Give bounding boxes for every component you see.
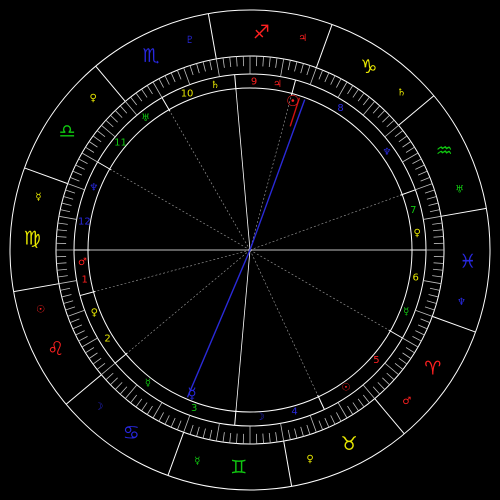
house-number-4: 4 bbox=[291, 406, 297, 417]
house-ruler-1: ♂ bbox=[78, 257, 87, 268]
sign-glyph-libra: ♎ bbox=[59, 120, 76, 142]
house-ruler-10: ♄ bbox=[211, 80, 220, 91]
house-ruler-5: ☉ bbox=[341, 382, 350, 393]
house-number-1: 1 bbox=[81, 274, 87, 285]
sign-glyph-pisces: ♓ bbox=[459, 250, 476, 272]
house-number-3: 3 bbox=[191, 403, 197, 414]
sign-ruler-aquarius: ♅ bbox=[455, 184, 464, 195]
house-number-12: 12 bbox=[78, 216, 91, 227]
house-ruler-8: ♆ bbox=[382, 147, 391, 158]
house-number-9: 9 bbox=[251, 77, 257, 88]
sign-ruler-aries: ♂ bbox=[402, 396, 411, 407]
house-ruler-11: ♅ bbox=[141, 113, 150, 124]
planet-glyph-mercury: ☿ bbox=[187, 385, 196, 403]
house-number-11: 11 bbox=[114, 137, 127, 148]
sign-glyph-taurus: ♉ bbox=[340, 433, 357, 455]
house-number-2: 2 bbox=[104, 334, 110, 345]
house-ruler-4: ☽ bbox=[255, 412, 264, 423]
sign-glyph-capricorn: ♑ bbox=[360, 56, 377, 78]
sign-glyph-leo: ♌ bbox=[47, 338, 64, 360]
sign-ruler-virgo: ☿ bbox=[35, 192, 41, 203]
house-number-8: 8 bbox=[337, 103, 343, 114]
sign-ruler-capricorn: ♄ bbox=[397, 88, 406, 99]
sign-ruler-taurus: ♀ bbox=[306, 454, 313, 465]
house-ruler-3: ☿ bbox=[145, 378, 151, 389]
sign-glyph-aries: ♈ bbox=[424, 358, 441, 380]
sign-ruler-sagittarius: ♃ bbox=[298, 33, 307, 44]
sign-glyph-cancer: ♋ bbox=[123, 422, 140, 444]
sign-ruler-pisces: ♆ bbox=[457, 297, 466, 308]
house-ruler-6: ☿ bbox=[403, 306, 409, 317]
house-number-6: 6 bbox=[412, 273, 418, 284]
sign-ruler-libra: ♀ bbox=[90, 93, 97, 104]
house-number-10: 10 bbox=[181, 89, 194, 100]
sign-glyph-virgo: ♍ bbox=[24, 228, 41, 250]
sign-glyph-scorpio: ♏ bbox=[143, 45, 160, 67]
house-number-7: 7 bbox=[410, 205, 416, 216]
sign-ruler-gemini: ☿ bbox=[194, 456, 200, 467]
sign-glyph-gemini: ♊ bbox=[230, 457, 247, 479]
sign-ruler-cancer: ☽ bbox=[94, 401, 103, 412]
house-ruler-9: ♃ bbox=[273, 79, 282, 90]
sign-glyph-sagittarius: ♐ bbox=[253, 21, 270, 43]
sign-glyph-aquarius: ♒ bbox=[436, 140, 453, 162]
sign-ruler-scorpio: ♇ bbox=[185, 35, 194, 46]
house-number-5: 5 bbox=[373, 355, 379, 366]
house-ruler-12: ♆ bbox=[89, 183, 98, 194]
sign-ruler-leo: ☉ bbox=[36, 305, 45, 316]
house-ruler-2: ♀ bbox=[91, 307, 98, 318]
planet-glyph-sun: ☉ bbox=[286, 92, 299, 110]
house-ruler-7: ♀ bbox=[414, 228, 421, 239]
natal-chart-wheel: ♐ ♃♑♄♒♅♓♆♈♂♉♀♊☿♋☽♌☉♍☿♎♀♏♇ 1♂2♀3☿4☽5☉6☿7♀8… bbox=[0, 0, 500, 500]
